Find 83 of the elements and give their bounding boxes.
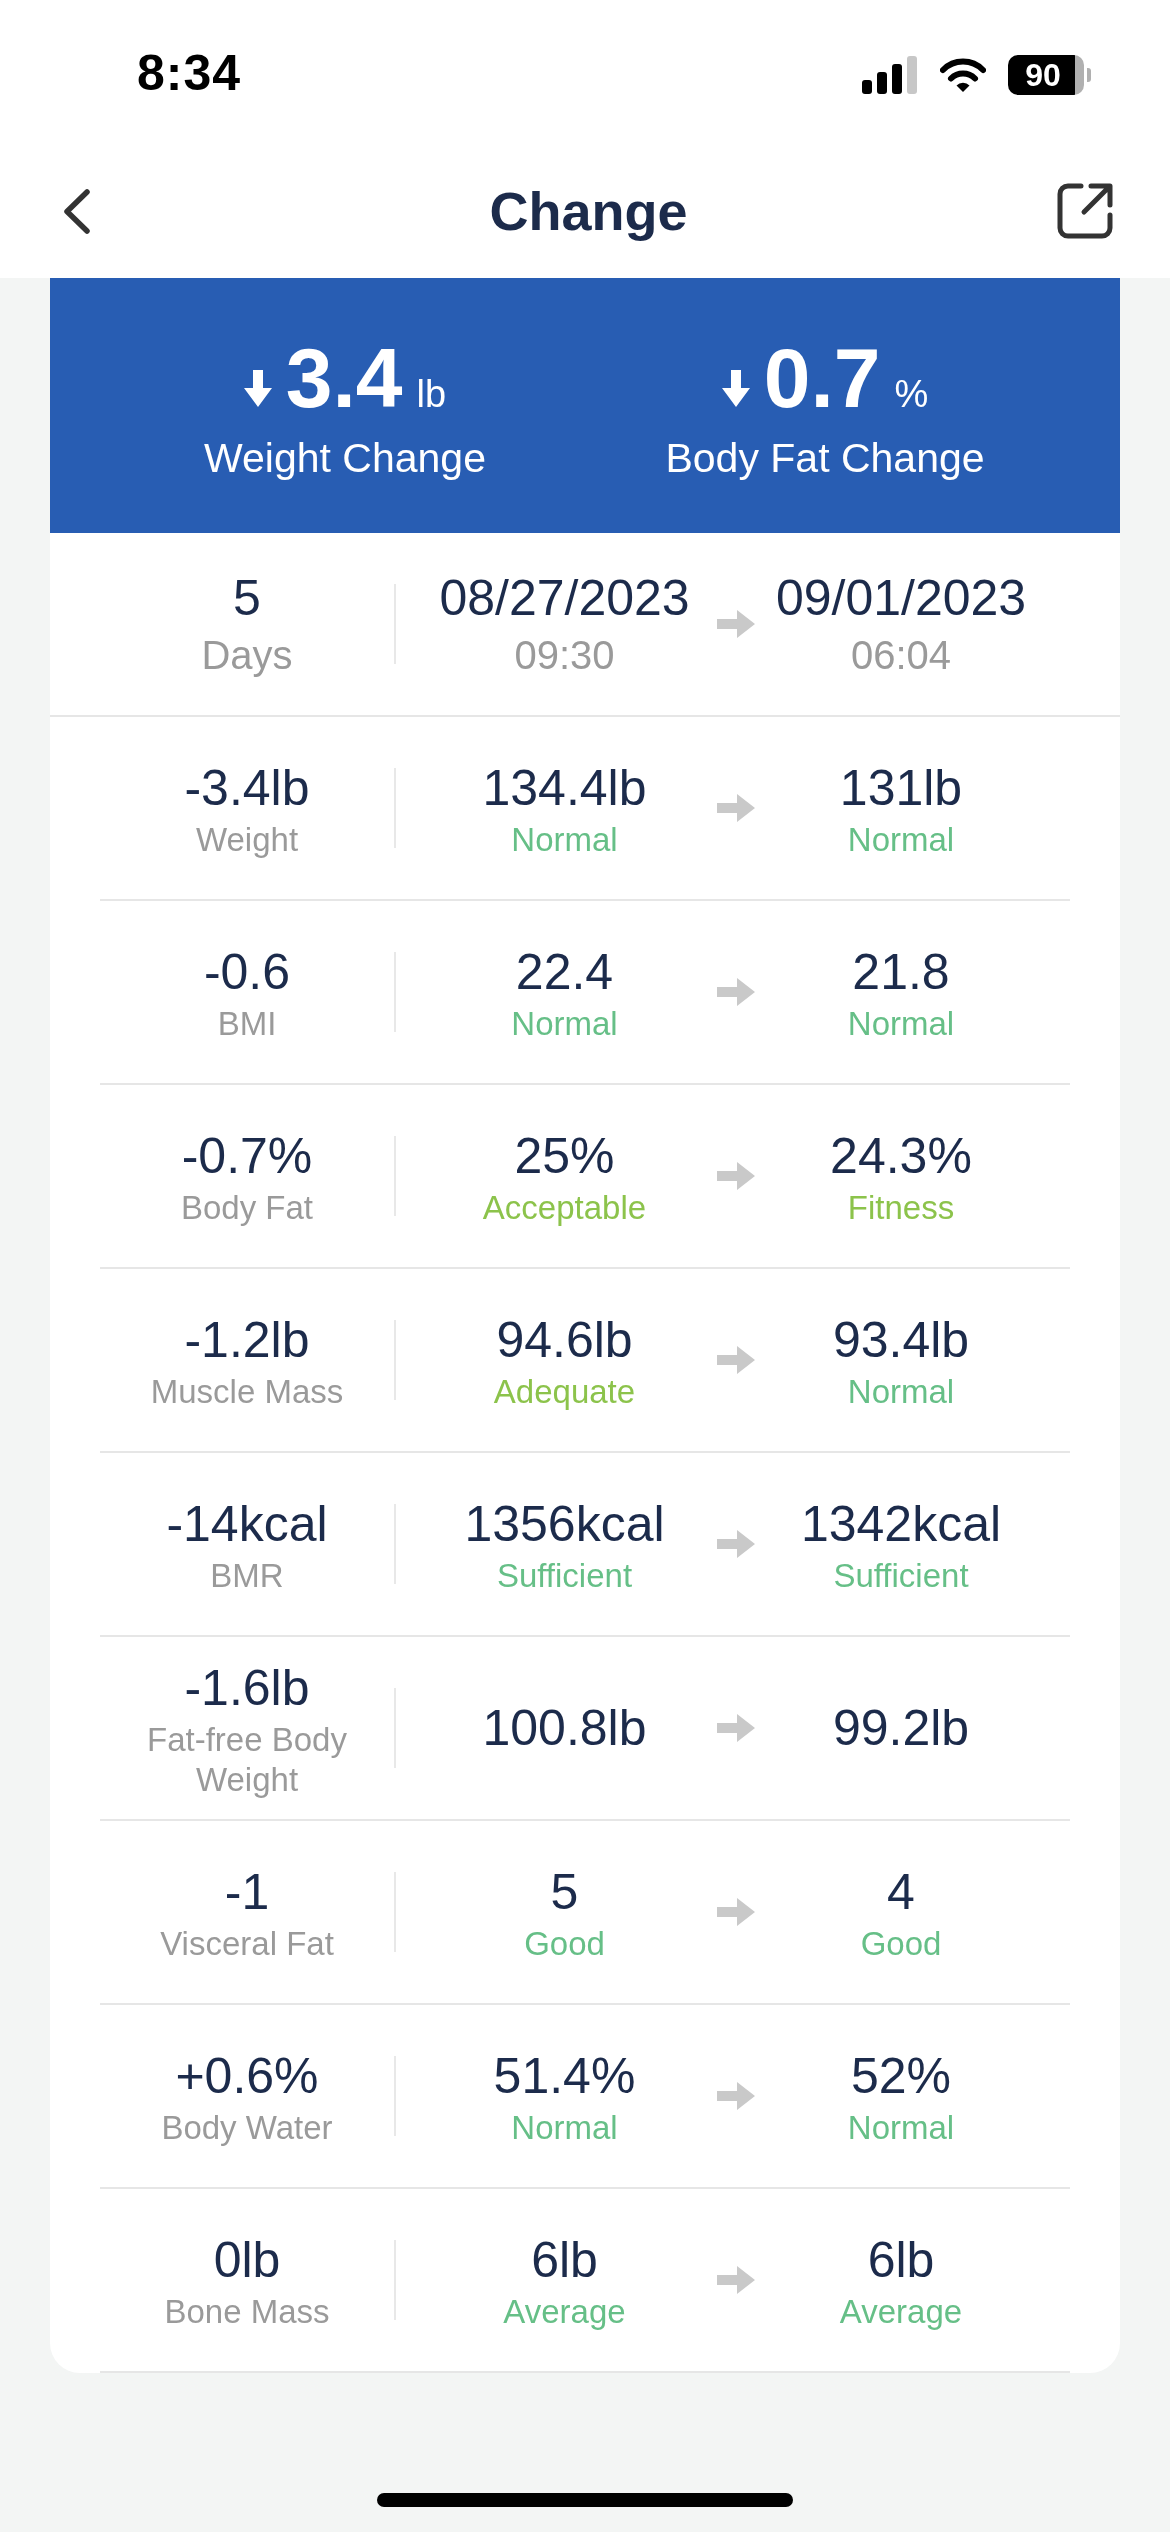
wifi-icon bbox=[940, 57, 986, 93]
days-label: Days bbox=[201, 632, 293, 679]
after-value: 131lb bbox=[839, 759, 963, 818]
change-value: -1.6lb bbox=[184, 1659, 310, 1718]
after-value: 52% bbox=[850, 2047, 952, 2106]
status-label: Sufficient bbox=[833, 1556, 969, 1596]
before-value: 1356kcal bbox=[464, 1495, 665, 1554]
status-label: Good bbox=[860, 1924, 942, 1964]
change-value: -1.2lb bbox=[184, 1311, 310, 1370]
right-arrow-icon bbox=[717, 978, 755, 1006]
right-arrow-icon bbox=[717, 794, 755, 822]
before-value: 134.4lb bbox=[482, 759, 647, 818]
status-label: Normal bbox=[847, 820, 955, 860]
summary-value: 0.7 bbox=[763, 329, 881, 427]
days-count: 5 bbox=[233, 569, 261, 628]
change-value: 0lb bbox=[213, 2231, 281, 2290]
before-value: 5 bbox=[550, 1863, 579, 1922]
metric-name: Body Water bbox=[161, 2108, 333, 2148]
status-label: Normal bbox=[511, 1004, 618, 1044]
right-arrow-icon bbox=[717, 1898, 755, 1926]
right-arrow-icon bbox=[717, 1530, 755, 1558]
status-label: Acceptable bbox=[482, 1188, 647, 1228]
battery-indicator: 90 bbox=[1008, 55, 1091, 95]
status-label: Average bbox=[839, 2292, 963, 2332]
right-arrow-icon bbox=[717, 610, 755, 638]
before-value: 94.6lb bbox=[496, 1311, 633, 1370]
change-value: -0.7% bbox=[181, 1127, 313, 1186]
page-title: Change bbox=[489, 180, 688, 243]
status-label: Normal bbox=[847, 1372, 955, 1412]
metric-name: Body Fat bbox=[180, 1188, 314, 1228]
change-value: -1 bbox=[224, 1863, 270, 1922]
right-arrow-icon bbox=[717, 2266, 755, 2294]
right-arrow-icon bbox=[717, 1714, 755, 1742]
start-date: 08/27/2023 bbox=[439, 569, 690, 628]
after-value: 93.4lb bbox=[832, 1311, 970, 1370]
metric-name: Bone Mass bbox=[164, 2292, 330, 2332]
status-label: Fitness bbox=[847, 1188, 955, 1228]
status-label: Normal bbox=[511, 2108, 618, 2148]
change-value: -3.4lb bbox=[184, 759, 310, 818]
before-value: 51.4% bbox=[493, 2047, 636, 2106]
status-label: Normal bbox=[511, 820, 618, 860]
chevron-left-icon bbox=[63, 188, 90, 234]
before-value: 25% bbox=[514, 1127, 615, 1186]
unit-label: % bbox=[894, 371, 929, 417]
status-label: Sufficient bbox=[496, 1556, 633, 1596]
before-value: 100.8lb bbox=[482, 1699, 647, 1758]
after-value: 4 bbox=[887, 1863, 915, 1922]
metric-name: Fat-free Body Weight bbox=[146, 1720, 348, 1800]
after-value: 24.3% bbox=[830, 1127, 972, 1186]
right-arrow-icon bbox=[717, 1162, 755, 1190]
after-value: 99.2lb bbox=[832, 1699, 970, 1758]
status-label: Normal bbox=[847, 2108, 955, 2148]
before-value: 22.4 bbox=[515, 943, 614, 1002]
change-value: -0.6 bbox=[203, 943, 291, 1002]
summary-value: 3.4 bbox=[285, 329, 403, 427]
status-label: Adequate bbox=[493, 1372, 636, 1412]
end-date: 09/01/2023 bbox=[775, 569, 1027, 628]
share-icon bbox=[1056, 182, 1114, 240]
after-value: 6lb bbox=[867, 2231, 935, 2290]
start-time: 09:30 bbox=[514, 632, 615, 679]
status-label: Normal bbox=[847, 1004, 955, 1044]
after-value: 21.8 bbox=[852, 943, 950, 1002]
right-arrow-icon bbox=[717, 2082, 755, 2110]
change-value: +0.6% bbox=[175, 2047, 319, 2106]
change-value: -14kcal bbox=[166, 1495, 328, 1554]
metric-name: Weight bbox=[195, 820, 299, 860]
status-time: 8:34 bbox=[137, 44, 242, 103]
metric-name: BMR bbox=[210, 1556, 284, 1596]
share-button[interactable] bbox=[1056, 182, 1114, 240]
before-value: 6lb bbox=[531, 2231, 598, 2290]
summary-label: Body Fat Change bbox=[665, 433, 985, 483]
signal-icon bbox=[862, 56, 918, 94]
metric-name: Muscle Mass bbox=[150, 1372, 344, 1412]
status-label: Good bbox=[524, 1924, 605, 1964]
after-value: 1342kcal bbox=[800, 1495, 1002, 1554]
summary-label: Weight Change bbox=[204, 433, 486, 483]
unit-label: lb bbox=[416, 371, 447, 417]
status-label: Average bbox=[503, 2292, 626, 2332]
metric-name: BMI bbox=[217, 1004, 277, 1044]
metric-name: Visceral Fat bbox=[160, 1924, 334, 1964]
back-button[interactable] bbox=[63, 188, 90, 234]
end-time: 06:04 bbox=[850, 632, 952, 679]
right-arrow-icon bbox=[717, 1346, 755, 1374]
